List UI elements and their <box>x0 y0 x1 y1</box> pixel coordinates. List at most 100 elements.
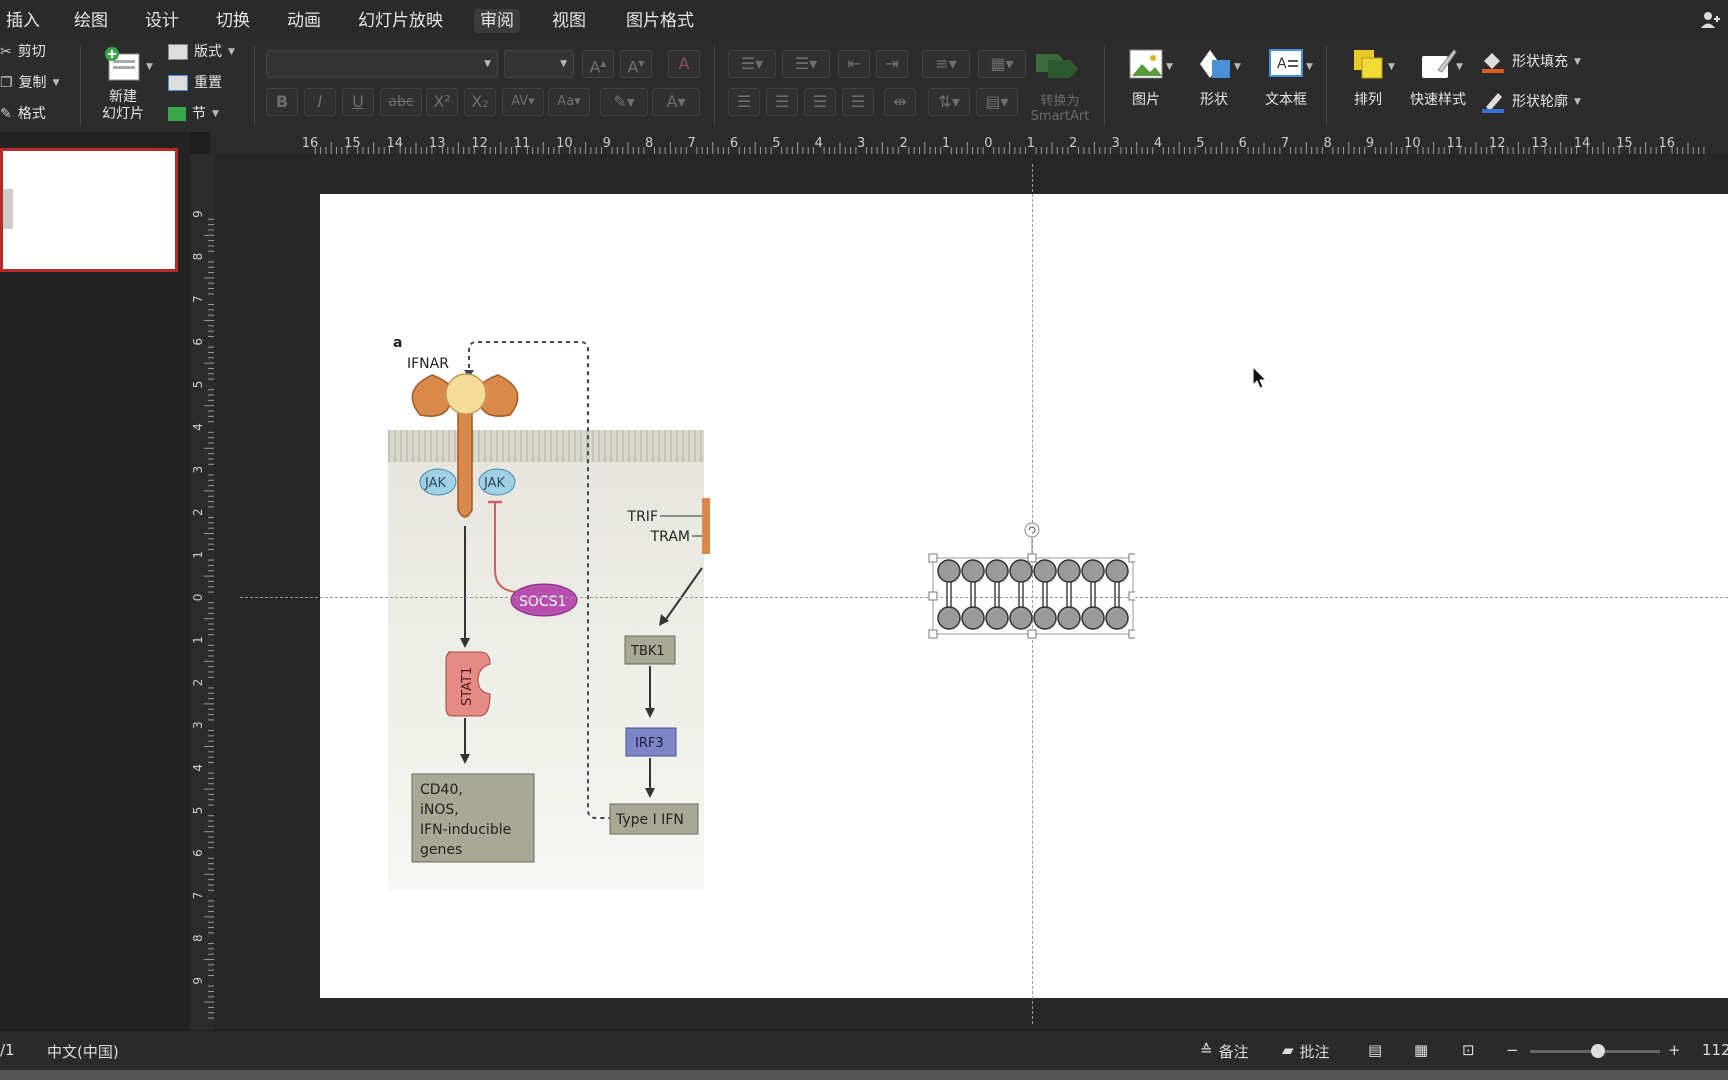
tab-animations[interactable]: 动画 <box>281 9 327 33</box>
arrange-button[interactable]: 排列 <box>1340 46 1396 109</box>
reset-button[interactable]: 重置 <box>168 73 222 93</box>
strikethrough-button[interactable]: abc <box>380 88 422 116</box>
numbering-button[interactable]: ☰▾ <box>782 50 830 78</box>
slide-thumbnail-1[interactable] <box>0 148 178 272</box>
ruler-label: 0 <box>191 594 205 602</box>
columns-icon: ▦▾ <box>990 54 1014 73</box>
ruler-label: 9 <box>191 977 205 985</box>
cut-button[interactable]: ✂ 剪切 <box>0 42 46 62</box>
copy-icon: ❐ <box>0 75 13 91</box>
increase-indent-button[interactable]: ⇥ <box>876 50 908 78</box>
zoom-percentage[interactable]: 112 <box>1702 1041 1728 1059</box>
notes-button[interactable]: ≙ 备注 <box>1200 1041 1249 1062</box>
tab-design[interactable]: 设计 <box>139 9 185 33</box>
zoom-in-icon[interactable]: + <box>1668 1041 1681 1059</box>
pen-outline-icon <box>1482 93 1504 113</box>
align-right-button[interactable]: ☰ <box>804 88 836 116</box>
zoom-slider[interactable] <box>1530 1044 1660 1058</box>
rotate-handle-icon[interactable] <box>1024 522 1040 538</box>
tab-view[interactable]: 视图 <box>546 9 592 33</box>
presenter-view-icon[interactable]: ⊡ <box>1462 1041 1475 1059</box>
ruler-label: 7 <box>191 295 205 303</box>
bullets-button[interactable]: ☰▾ <box>728 50 776 78</box>
new-slide-button[interactable]: 新建 幻灯片 <box>94 46 152 123</box>
decrease-indent-button[interactable]: ⇤ <box>838 50 870 78</box>
shape-outline-button[interactable]: 形状轮廓 ▼ <box>1480 92 1581 113</box>
picture-button[interactable]: 图片 <box>1118 46 1174 109</box>
language-indicator[interactable]: 中文(中国) <box>47 1041 119 1062</box>
decrease-font-button[interactable]: A▼ <box>620 50 652 78</box>
quick-styles-button[interactable]: 快速样式 <box>1406 46 1470 109</box>
tab-transitions[interactable]: 切换 <box>210 9 256 33</box>
ruler-label: 7 <box>191 892 205 900</box>
align-left-button[interactable]: ☰ <box>728 88 760 116</box>
font-name-select[interactable]: ▼ <box>266 50 498 78</box>
distributed-button[interactable]: ⇹ <box>884 88 916 116</box>
tab-review[interactable]: 审阅 <box>474 9 520 33</box>
reset-icon <box>168 75 188 91</box>
format-painter-button[interactable]: ✎ 格式 <box>0 104 46 124</box>
character-spacing-button[interactable]: AV▾ <box>502 88 544 116</box>
chevron-down-icon[interactable]: ▼ <box>1306 62 1313 72</box>
chevron-down-icon[interactable]: ▼ <box>1456 62 1463 72</box>
svg-text:TRAM: TRAM <box>650 529 690 545</box>
increase-font-button[interactable]: A▲ <box>582 50 614 78</box>
copy-button[interactable]: ❐ 复制 ▼ <box>0 73 59 93</box>
italic-button[interactable]: I <box>304 88 336 116</box>
line-spacing-button[interactable]: ≡▾ <box>922 50 970 78</box>
svg-text:IRF3: IRF3 <box>635 736 664 751</box>
selected-membrane-shape[interactable] <box>925 520 1135 642</box>
align-center-button[interactable]: ☰ <box>766 88 798 116</box>
lipid-heads-top <box>937 559 1129 583</box>
normal-view-icon[interactable]: ▤ <box>1368 1041 1382 1059</box>
zoom-out-icon[interactable]: − <box>1506 1041 1519 1059</box>
chevron-down-icon[interactable]: ▼ <box>1388 62 1395 72</box>
section-button[interactable]: 节 ▼ <box>168 104 219 124</box>
layout-button[interactable]: 版式 ▼ <box>168 42 235 62</box>
shape-button[interactable]: 形状 <box>1186 46 1242 109</box>
change-case-button[interactable]: Aa▾ <box>548 88 590 116</box>
clear-format-button[interactable]: A <box>668 50 700 78</box>
ruler-label: 5 <box>772 136 780 151</box>
slide-sorter-icon[interactable]: ▦ <box>1414 1041 1428 1059</box>
align-text-button[interactable]: ▤▾ <box>976 88 1018 116</box>
signaling-pathway-image[interactable]: a IFNAR JAK JAK SOCS1 STAT1 CD40, iNOS, … <box>380 330 710 890</box>
ruler-label: 5 <box>1196 136 1204 151</box>
underline-button[interactable]: U <box>342 88 374 116</box>
ruler-label: 9 <box>603 136 611 151</box>
chevron-down-icon: ▼ <box>560 59 567 69</box>
shape-fill-button[interactable]: 形状填充 ▼ <box>1480 52 1581 73</box>
tab-slideshow[interactable]: 幻灯片放映 <box>352 9 449 33</box>
chevron-down-icon[interactable]: ▼ <box>1166 62 1173 72</box>
convert-to-smartart-button[interactable]: 转换为 SmartArt <box>1024 94 1096 124</box>
subscript-button[interactable]: X₂ <box>464 88 496 116</box>
comments-button[interactable]: ▰ 批注 <box>1282 1041 1330 1062</box>
zoom-slider-thumb[interactable] <box>1591 1044 1605 1058</box>
share-user-icon[interactable] <box>1700 10 1722 30</box>
ruler-label: 3 <box>191 466 205 474</box>
chevron-down-icon[interactable]: ▼ <box>1234 62 1241 72</box>
ruler-label: 6 <box>730 136 738 151</box>
bold-button[interactable]: B <box>266 88 298 116</box>
highlight-button[interactable]: ✎▾ <box>600 88 648 116</box>
tlr-receptor-edge <box>702 498 710 554</box>
chevron-down-icon: ▼ <box>1574 57 1581 67</box>
svg-text:genes: genes <box>420 842 462 858</box>
tab-draw[interactable]: 绘图 <box>68 9 114 33</box>
textbox-button[interactable]: A 文本框 <box>1254 46 1318 109</box>
superscript-button[interactable]: X² <box>426 88 458 116</box>
columns-button[interactable]: ▦▾ <box>978 50 1026 78</box>
justify-button[interactable]: ☰ <box>842 88 874 116</box>
slide-thumbnail-pane <box>0 132 190 1030</box>
tab-picture-format[interactable]: 图片格式 <box>620 9 700 33</box>
resize-handles[interactable] <box>928 553 1135 639</box>
divider <box>714 46 715 126</box>
tab-insert[interactable]: 插入 <box>0 9 46 33</box>
ruler-label: 9 <box>191 210 205 218</box>
font-size-select[interactable]: ▼ <box>504 50 574 78</box>
ruler-label: 0 <box>984 136 992 151</box>
text-direction-button[interactable]: ⇅▾ <box>928 88 970 116</box>
panel-label: a <box>393 335 402 351</box>
font-color-button[interactable]: A▾ <box>652 88 700 116</box>
chevron-down-icon[interactable]: ▼ <box>146 62 153 72</box>
